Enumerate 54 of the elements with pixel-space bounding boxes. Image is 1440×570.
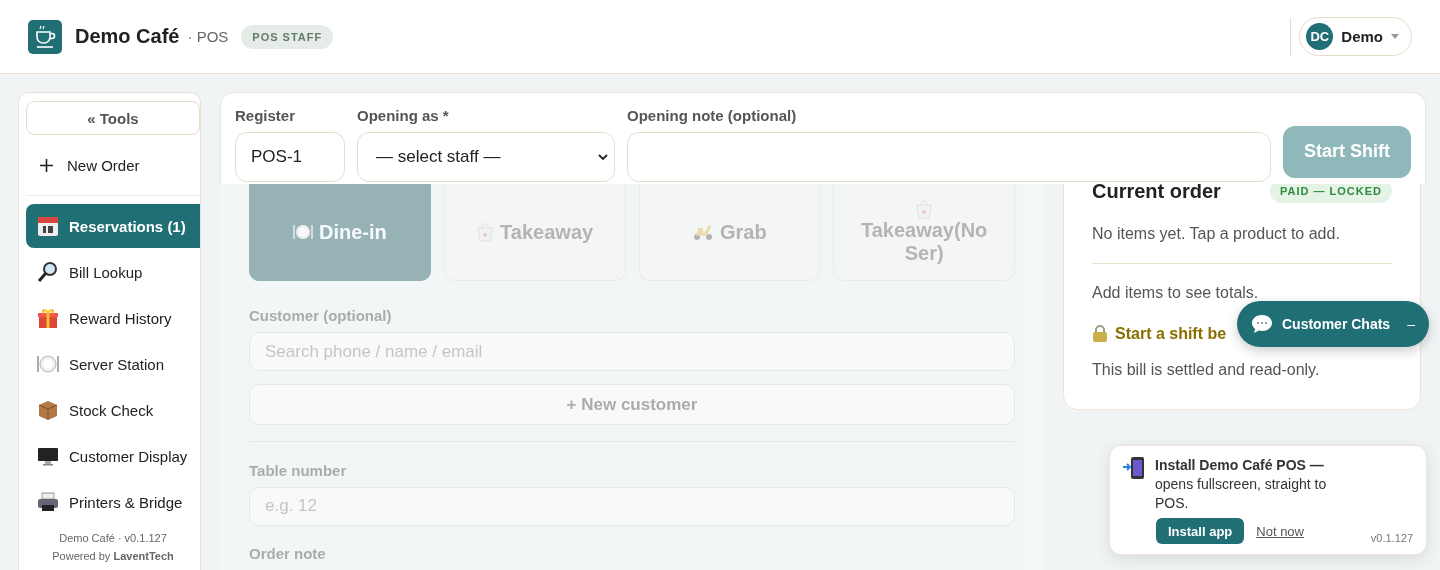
gift-icon [37,307,59,329]
chat-bubble-icon [1251,314,1273,334]
avatar: DC [1306,23,1334,50]
plate-icon [293,222,313,242]
opening-note-field[interactable] [627,132,1271,182]
not-now-link[interactable]: Not now [1256,523,1304,539]
settled-message: This bill is settled and read-only. [1092,361,1321,379]
user-menu-button[interactable]: DC Demo [1299,17,1412,56]
caret-icon [1391,34,1399,39]
customer-chats-button[interactable]: Customer Chats – [1237,301,1429,347]
totals-message: Add items to see totals. [1092,284,1260,302]
sidebar-item[interactable]: Reward History [26,296,200,340]
warning-text: Start a shift be [1115,324,1227,343]
field-label: Opening as * [357,107,450,124]
plate-icon [37,353,59,375]
minimize-text: – [1407,316,1415,332]
magnifier-icon [37,261,59,283]
phone-arrow-icon [1123,456,1145,480]
takeout-box-icon [476,222,495,242]
plus-icon [40,158,53,172]
register-field[interactable]: POS-1 [235,132,345,182]
install-app-button[interactable]: Install app [1156,518,1245,544]
sidebar-item[interactable]: Printers & Bridge [26,480,200,524]
calendar-icon [37,215,59,237]
sidebar-item[interactable]: Reservations (1) [26,204,200,248]
field-label: Customer (optional) [249,307,393,324]
new-order-button[interactable]: New Order [26,143,200,187]
staff-select[interactable]: — select staff — [357,132,615,182]
monitor-icon [37,445,59,467]
scooter-icon [692,223,715,241]
sidebar-item[interactable]: Customer Display [26,434,200,478]
sidebar-item[interactable]: Stock Check [26,388,200,432]
install-message: Install Demo Café POS — opens fullscreen, straight to POS. [1155,456,1328,513]
printer-icon [37,491,59,513]
role-badge: POS STAFF [241,24,334,49]
order-title: Current order [1092,179,1221,203]
powered-by-text: Powered by LaventTech [51,550,175,562]
field-label: Opening note (optional) [627,107,798,124]
app-subtitle: · POS [187,28,229,45]
app-title: Demo Café [75,25,180,48]
takeout-box-icon [915,199,934,219]
version-text: Demo Café · v0.1.127 [58,532,168,544]
field-label: Order note [249,545,327,562]
tools-button[interactable]: « Tools [26,101,200,135]
field-label: Table number [249,461,348,479]
field-label: Register [235,107,297,124]
version-text: v0.1.127 [1370,532,1413,544]
box-icon [37,399,59,421]
cup-logo-icon [28,19,62,54]
sidebar-item[interactable]: Server Station [26,342,200,386]
empty-message: No items yet. Tap a product to add. [1092,225,1341,243]
lock-icon [1092,324,1108,343]
sidebar-item[interactable]: Bill Lookup [26,250,200,294]
chevron-icon [598,153,608,161]
